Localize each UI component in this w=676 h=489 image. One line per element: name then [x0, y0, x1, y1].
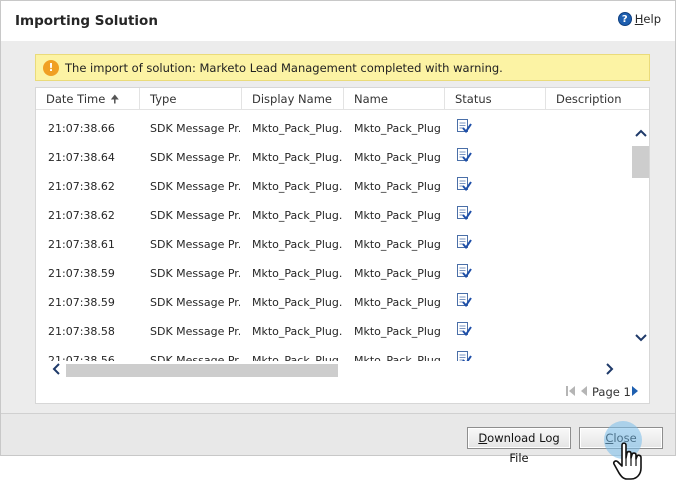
scroll-down-icon[interactable] — [635, 332, 647, 344]
column-header-name[interactable]: Name — [343, 88, 444, 110]
help-label: Help — [634, 12, 661, 26]
cell-type: SDK Message Pr... — [150, 122, 240, 135]
table-row[interactable]: 21:07:38.62 SDK Message Pr... Mkto_Pack_Pl… — [36, 169, 632, 198]
table-row[interactable]: 21:07:38.58 SDK Message Pr... Mkto_Pack_Pl… — [36, 314, 632, 343]
completed-checklist-icon — [457, 148, 472, 163]
column-header-type[interactable]: Type — [139, 88, 241, 110]
column-header-description[interactable]: Description — [545, 88, 649, 110]
cell-name: Mkto_Pack_Plug... — [354, 151, 442, 164]
hand-pointer-cursor-icon — [612, 442, 642, 480]
first-page-icon[interactable] — [566, 385, 576, 397]
column-header-status[interactable]: Status — [444, 88, 545, 110]
cell-name: Mkto_Pack_Plug... — [354, 267, 442, 280]
column-header-display-name[interactable]: Display Name — [241, 88, 343, 110]
cell-display-name: Mkto_Pack_Plug... — [252, 238, 342, 251]
cell-name: Mkto_Pack_Plug... — [354, 122, 442, 135]
cell-type: SDK Message Pr... — [150, 209, 240, 222]
completed-checklist-icon — [457, 206, 472, 221]
completed-checklist-icon — [457, 119, 472, 134]
help-icon: ? — [617, 12, 632, 26]
grid-rows: 21:07:38.66 SDK Message Pr... Mkto_Pack_Pl… — [36, 111, 632, 361]
completed-checklist-icon — [457, 177, 472, 192]
horizontal-scroll-thumb[interactable] — [66, 364, 338, 377]
cell-display-name: Mkto_Pack_Plug... — [252, 122, 342, 135]
table-row[interactable]: 21:07:38.61 SDK Message Pr... Mkto_Pack_Pl… — [36, 227, 632, 256]
completed-checklist-icon — [457, 264, 472, 279]
import-log-grid: Date Time 🠉 Type Display Name Name Status… — [35, 87, 650, 404]
cell-display-name: Mkto_Pack_Plug... — [252, 180, 342, 193]
scroll-left-icon[interactable] — [51, 363, 63, 375]
warning-banner: ! The import of solution: Marketo Lead M… — [35, 54, 650, 81]
completed-checklist-icon — [457, 235, 472, 250]
completed-checklist-icon — [457, 322, 472, 337]
cell-type: SDK Message Pr... — [150, 296, 240, 309]
cell-name: Mkto_Pack_Plug... — [354, 238, 442, 251]
cell-date-time: 21:07:38.61 — [48, 238, 115, 251]
table-row[interactable]: 21:07:38.62 SDK Message Pr... Mkto_Pack_Pl… — [36, 198, 632, 227]
table-row[interactable]: 21:07:38.66 SDK Message Pr... Mkto_Pack_Pl… — [36, 111, 632, 140]
previous-page-icon[interactable] — [580, 385, 588, 397]
horizontal-scrollbar[interactable] — [36, 361, 632, 378]
dialog-title: Importing Solution — [15, 13, 158, 29]
cell-date-time: 21:07:38.64 — [48, 151, 115, 164]
cell-type: SDK Message Pr... — [150, 180, 240, 193]
cell-date-time: 21:07:38.59 — [48, 296, 115, 309]
warning-icon: ! — [43, 59, 59, 76]
cell-type: SDK Message Pr... — [150, 354, 240, 361]
scroll-up-icon[interactable] — [635, 127, 647, 139]
cell-date-time: 21:07:38.56 — [48, 354, 115, 361]
cell-date-time: 21:07:38.58 — [48, 325, 115, 338]
next-page-icon[interactable] — [631, 385, 639, 397]
cell-type: SDK Message Pr... — [150, 238, 240, 251]
dialog-header: Importing Solution ? Help — [1, 1, 675, 41]
cell-name: Mkto_Pack_Plug... — [354, 209, 442, 222]
cell-display-name: Mkto_Pack_Plug... — [252, 354, 342, 361]
cell-date-time: 21:07:38.66 — [48, 122, 115, 135]
download-log-file-button[interactable]: Download Log File — [467, 427, 571, 465]
vertical-scrollbar[interactable] — [632, 124, 649, 346]
table-row[interactable]: 21:07:38.59 SDK Message Pr... Mkto_Pack_Pl… — [36, 285, 632, 314]
cell-date-time: 21:07:38.62 — [48, 180, 115, 193]
scrollbar-corner — [632, 361, 649, 378]
cell-name: Mkto_Pack_Plug... — [354, 180, 442, 193]
cell-display-name: Mkto_Pack_Plug... — [252, 296, 342, 309]
cell-display-name: Mkto_Pack_Plug... — [252, 209, 342, 222]
help-link[interactable]: ? Help — [617, 12, 661, 26]
cell-date-time: 21:07:38.59 — [48, 267, 115, 280]
import-solution-dialog: Importing Solution ? Help ! The import o… — [0, 0, 676, 465]
cell-date-time: 21:07:38.62 — [48, 209, 115, 222]
table-row[interactable]: 21:07:38.56 SDK Message Pr... Mkto_Pack_Pl… — [36, 343, 632, 361]
cell-name: Mkto_Pack_Plug... — [354, 325, 442, 338]
cell-display-name: Mkto_Pack_Plug... — [252, 267, 342, 280]
grid-pager: Page 1 — [36, 381, 649, 403]
page-indicator: Page 1 — [592, 385, 631, 399]
cell-display-name: Mkto_Pack_Plug... — [252, 151, 342, 164]
table-row[interactable]: 21:07:38.59 SDK Message Pr... Mkto_Pack_Pl… — [36, 256, 632, 285]
completed-checklist-icon — [457, 293, 472, 308]
cell-name: Mkto_Pack_Plug... — [354, 354, 442, 361]
column-header-date-time[interactable]: Date Time 🠉 — [36, 88, 139, 110]
grid-header: Date Time 🠉 Type Display Name Name Status… — [36, 88, 649, 110]
cell-type: SDK Message Pr... — [150, 151, 240, 164]
table-row[interactable]: 21:07:38.64 SDK Message Pr... Mkto_Pack_Pl… — [36, 140, 632, 169]
cell-type: SDK Message Pr... — [150, 267, 240, 280]
sort-ascending-icon: 🠉 — [110, 93, 120, 106]
warning-message: The import of solution: Marketo Lead Man… — [65, 60, 503, 75]
cell-display-name: Mkto_Pack_Plug... — [252, 325, 342, 338]
completed-checklist-icon — [457, 351, 472, 361]
dialog-footer: Download Log File Close — [1, 413, 675, 465]
cell-type: SDK Message Pr... — [150, 325, 240, 338]
cell-name: Mkto_Pack_Plug... — [354, 296, 442, 309]
scroll-right-icon[interactable] — [603, 363, 615, 375]
vertical-scroll-thumb[interactable] — [632, 146, 649, 178]
